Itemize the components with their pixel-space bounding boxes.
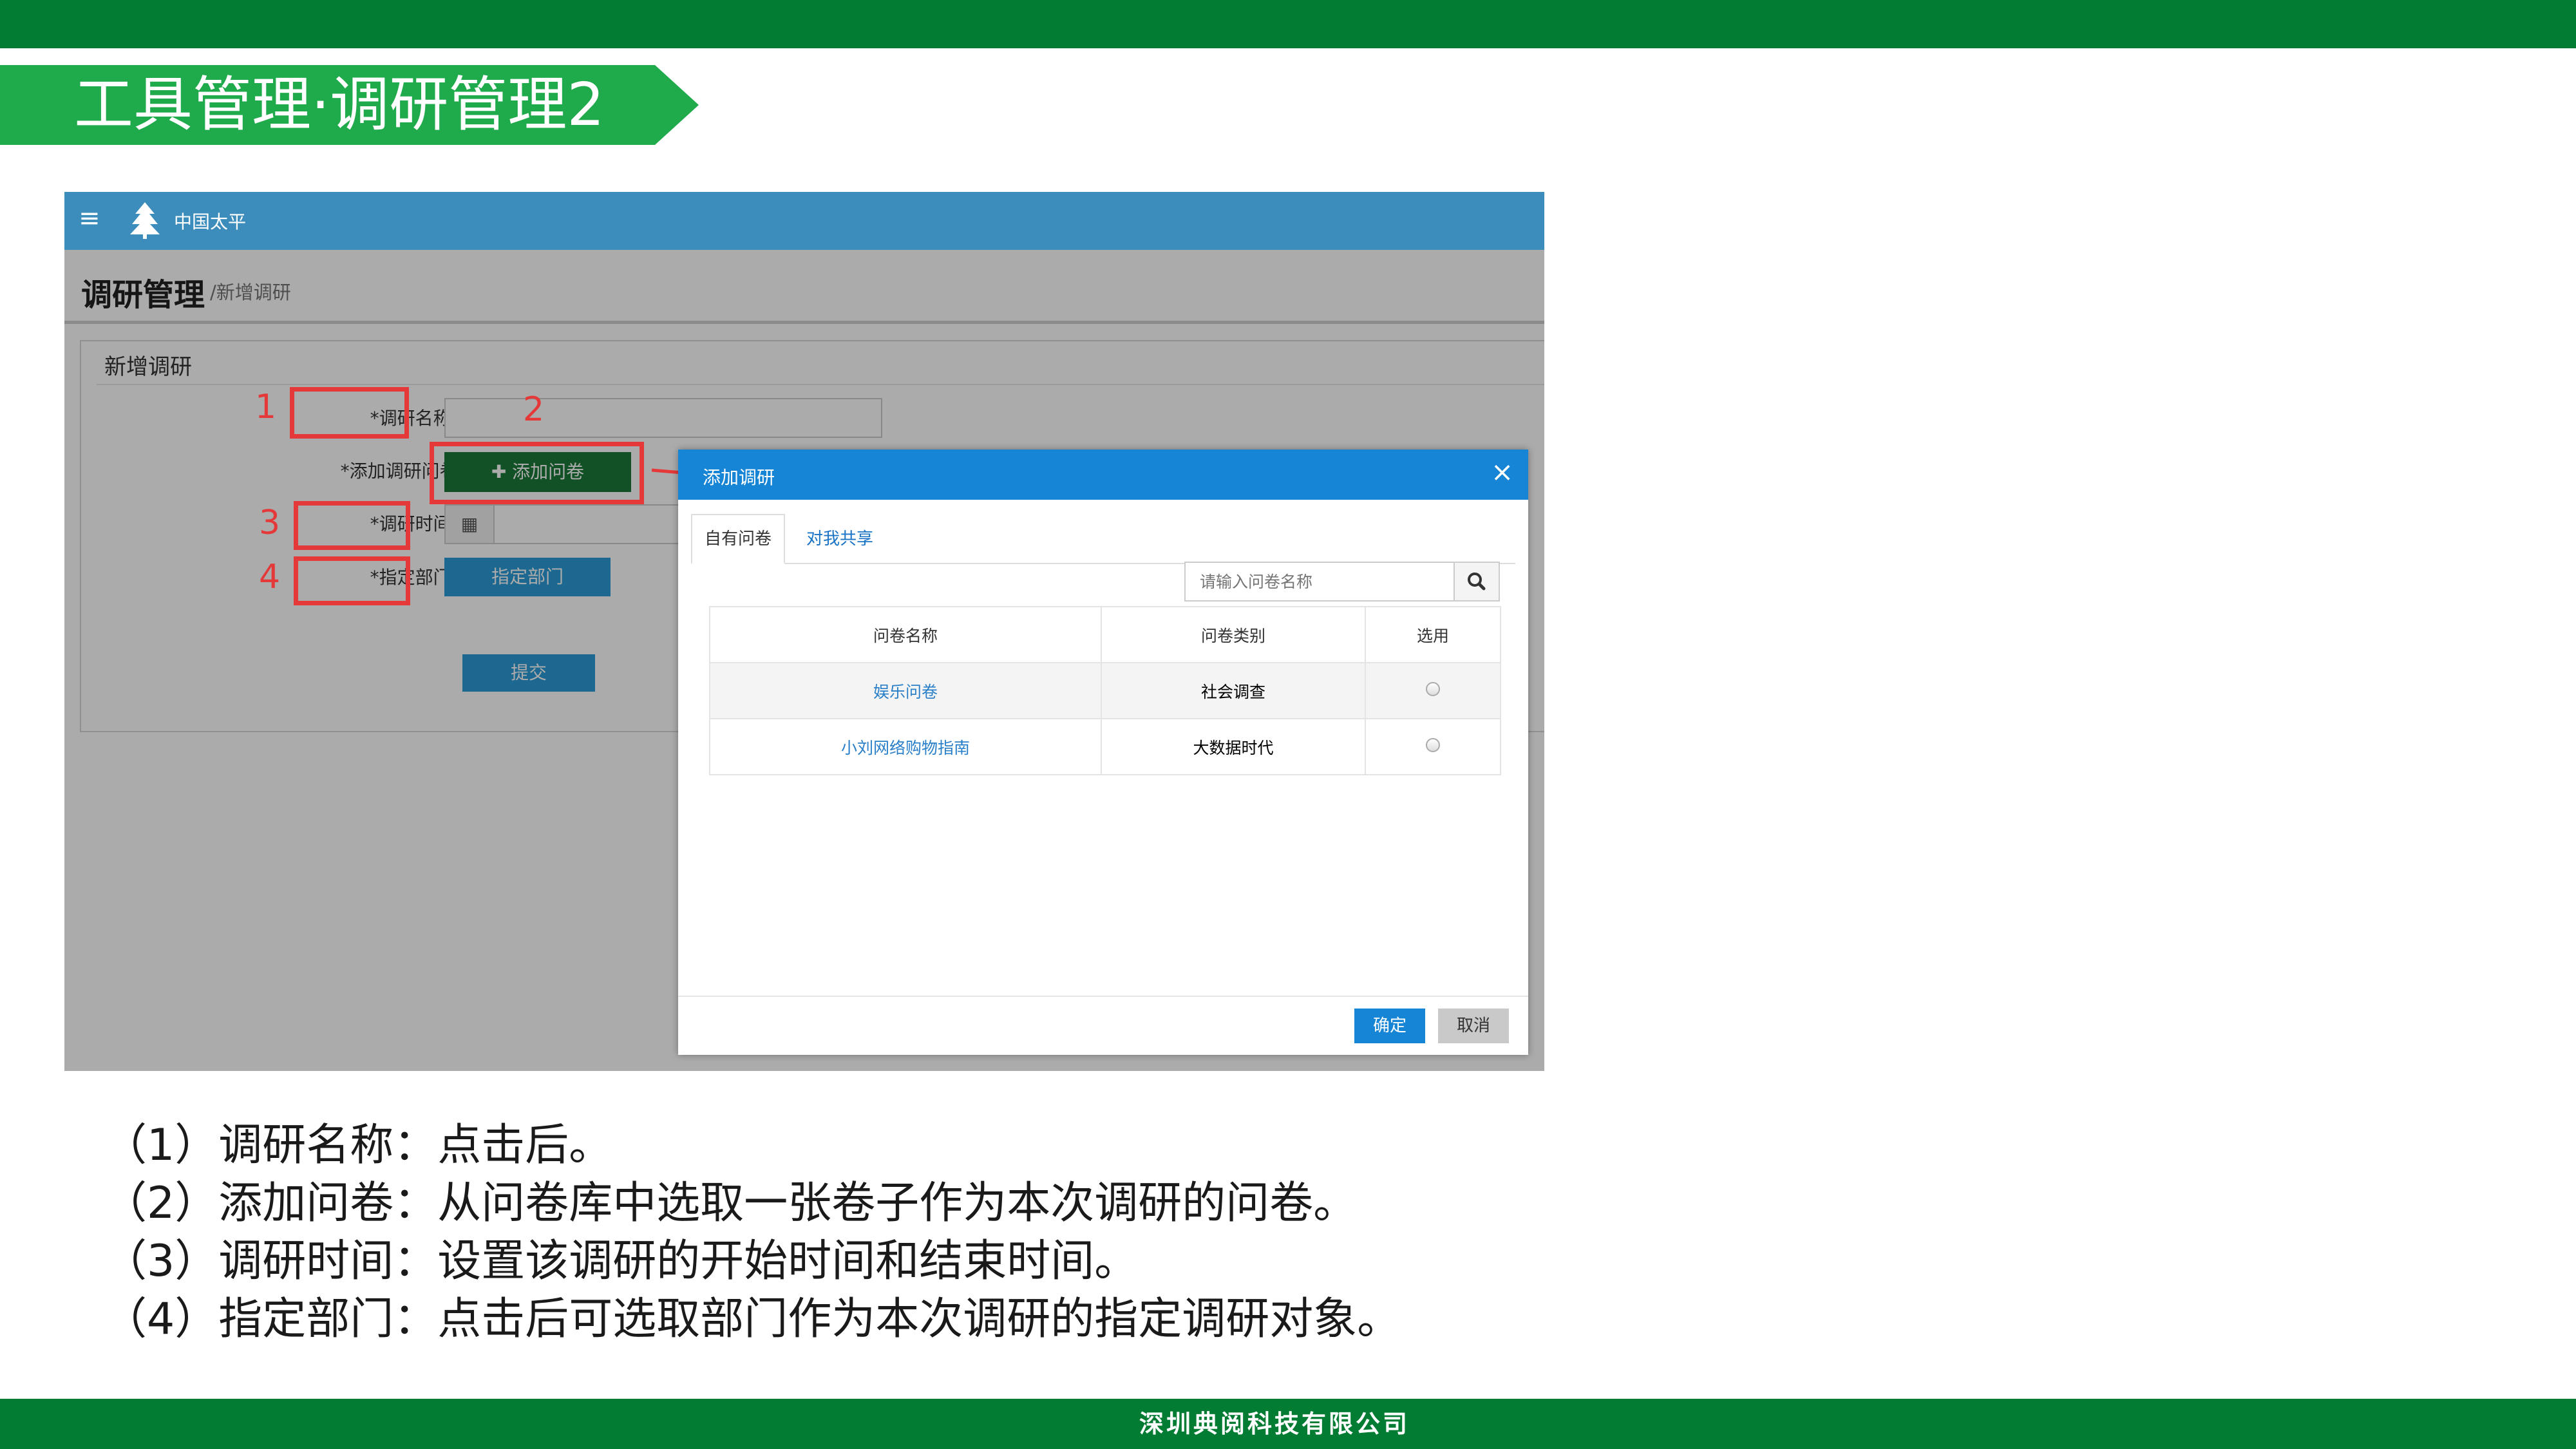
app-screenshot: ≡ 中国太平 调研管理 /新增调研 新增调研 *调研名称: *添加调研问卷: ✚… [64,192,1544,1071]
confirm-button[interactable]: 确定 [1354,1009,1425,1043]
questionnaire-name-link[interactable]: 娱乐问卷 [709,662,1102,719]
menu-icon[interactable]: ≡ [79,204,100,233]
modal-title: 添加调研 [703,467,775,488]
questionnaire-name-link[interactable]: 小刘网络购物指南 [709,718,1102,775]
questionnaire-category: 大数据时代 [1101,718,1366,775]
slide-title: 工具管理·调研管理2 [74,70,605,139]
annotation-box-2 [430,442,644,504]
annotation-number-2: 2 [523,390,545,429]
column-header-category: 问卷类别 [1101,606,1366,663]
tree-logo-icon [130,202,160,239]
app-header [64,192,1544,250]
modal-footer-divider [678,996,1528,997]
column-header-select: 选用 [1365,606,1501,663]
cancel-button[interactable]: 取消 [1438,1009,1509,1043]
description-line-3: （3）调研时间：设置该调研的开始时间和结束时间。 [103,1236,1139,1287]
select-radio[interactable] [1426,738,1440,752]
table-row: 娱乐问卷 社会调查 [709,662,1501,719]
table-row: 小刘网络购物指南 大数据时代 [709,718,1501,775]
description-line-4: （4）指定部门：点击后可选取部门作为本次调研的指定调研对象。 [103,1294,1401,1345]
brand-name: 中国太平 [174,211,247,232]
annotation-box-1 [290,387,409,439]
add-survey-modal: 添加调研 × 自有问卷 对我共享 问卷名称 问卷类别 选用 娱乐问卷 社会调查 [678,450,1528,1055]
modal-header [678,450,1528,500]
questionnaire-table: 问卷名称 问卷类别 选用 娱乐问卷 社会调查 小刘网络购物指南 大数据时代 [709,606,1501,775]
description-line-1: （1）调研名称：点击后。 [103,1120,613,1171]
tab-own-questionnaires[interactable]: 自有问卷 [691,514,785,564]
annotation-box-3 [294,501,410,550]
description-line-2: （2）添加问卷：从问卷库中选取一张卷子作为本次调研的问卷。 [103,1178,1358,1229]
questionnaire-search-input[interactable] [1184,562,1455,601]
annotation-number-3: 3 [259,504,281,542]
search-icon [1468,573,1486,591]
annotation-number-4: 4 [259,558,281,596]
annotation-box-4 [294,556,410,605]
questionnaire-category: 社会调查 [1101,662,1366,719]
company-name: 深圳典阅科技有限公司 [1139,1410,1410,1438]
top-bar [0,0,2576,48]
select-radio[interactable] [1426,682,1440,696]
close-icon[interactable]: × [1491,459,1513,486]
table-header-row: 问卷名称 问卷类别 选用 [709,606,1501,663]
column-header-name: 问卷名称 [709,606,1102,663]
search-button[interactable] [1454,562,1500,601]
tab-shared-with-me[interactable]: 对我共享 [793,514,887,564]
annotation-number-1: 1 [255,388,277,426]
